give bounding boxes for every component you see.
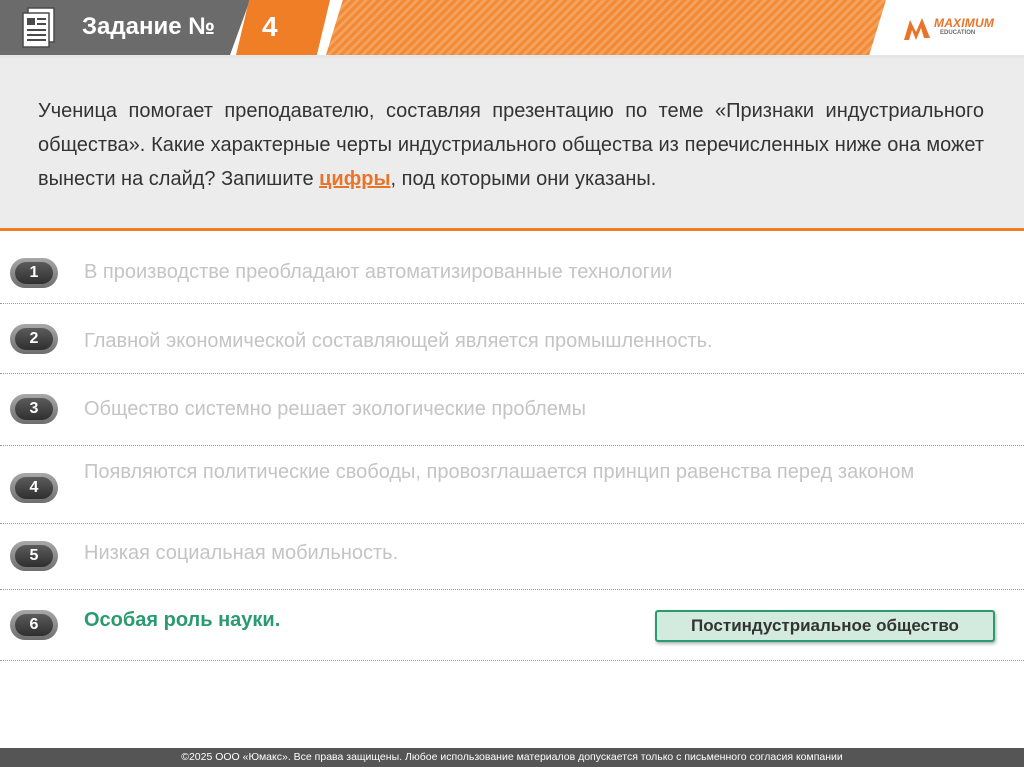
question-highlight: цифры (319, 168, 391, 190)
copyright-footer: ©2025 ООО «Юмакс». Все права защищены. Л… (0, 748, 1024, 767)
logo-mark-icon (904, 18, 930, 40)
option-1-badge[interactable]: 1 (10, 258, 58, 288)
header-bar: Задание № 4 MAXIMUM EDUCATION (0, 0, 1024, 58)
option-2-badge[interactable]: 2 (10, 324, 58, 354)
logo-title: MAXIMUM (934, 16, 995, 30)
option-divider (0, 445, 1024, 446)
option-divider (0, 660, 1024, 661)
option-divider (0, 589, 1024, 590)
task-label: Задание № (82, 13, 215, 40)
option-1-text: В производстве преобладают автоматизиров… (84, 261, 673, 283)
task-number: 4 (262, 11, 278, 42)
header-number-segment (236, 0, 330, 55)
option-divider (0, 373, 1024, 374)
option-number: 5 (15, 545, 53, 567)
header-stripes (326, 0, 886, 55)
postindustrial-tag: Постиндустриальное общество (655, 610, 995, 642)
option-5-text: Низкая социальная мобильность. (84, 542, 399, 564)
document-icon (22, 7, 55, 48)
option-number: 4 (15, 477, 53, 499)
question-text: Ученица помогает преподавателю, составля… (38, 94, 984, 196)
panel-divider (0, 228, 1024, 231)
option-4-badge[interactable]: 4 (10, 473, 58, 503)
option-divider (0, 523, 1024, 524)
option-3-badge[interactable]: 3 (10, 394, 58, 424)
option-number: 6 (15, 614, 53, 636)
option-number: 2 (15, 328, 53, 350)
option-number: 3 (15, 398, 53, 420)
option-5-badge[interactable]: 5 (10, 541, 58, 571)
option-divider (0, 303, 1024, 304)
option-2-text: Главной экономической составляющей являе… (84, 330, 713, 352)
logo-subtitle: EDUCATION (940, 30, 976, 36)
question-text-end: , под которыми они указаны. (390, 168, 657, 190)
maximum-logo: MAXIMUM EDUCATION (902, 14, 1012, 44)
option-4-text: Появляются политические свободы, провозг… (84, 461, 915, 483)
option-6-badge[interactable]: 6 (10, 610, 58, 640)
option-number: 1 (15, 262, 53, 284)
option-3-text: Общество системно решает экологические п… (84, 398, 586, 420)
